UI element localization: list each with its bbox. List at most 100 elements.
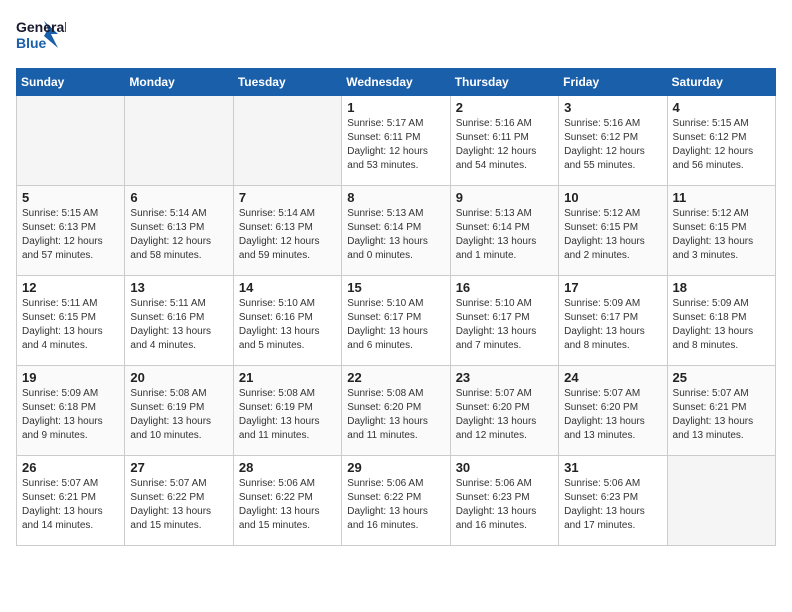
day-number: 10	[564, 190, 661, 205]
calendar-cell: 21 Sunrise: 5:08 AM Sunset: 6:19 PM Dayli…	[233, 366, 341, 456]
day-number: 28	[239, 460, 336, 475]
calendar-table: SundayMondayTuesdayWednesdayThursdayFrid…	[16, 68, 776, 546]
calendar-cell: 8 Sunrise: 5:13 AM Sunset: 6:14 PM Daylig…	[342, 186, 450, 276]
day-number: 19	[22, 370, 119, 385]
calendar-cell: 9Sunrise: 5:13 AM Sunset: 6:14 PM Daylig…	[450, 186, 558, 276]
calendar-cell: 1 Sunrise: 5:17 AM Sunset: 6:11 PM Daylig…	[342, 96, 450, 186]
day-number: 15	[347, 280, 444, 295]
day-number: 7	[239, 190, 336, 205]
cell-info: Sunrise: 5:15 AM Sunset: 6:12 PM Dayligh…	[673, 117, 770, 173]
cell-info: Sunrise: 5:11 AM Sunset: 6:15 PM Dayligh…	[22, 297, 119, 353]
day-number: 17	[564, 280, 661, 295]
cell-info: Sunrise: 5:06 AM Sunset: 6:22 PM Dayligh…	[347, 477, 444, 533]
calendar-cell: 19 Sunrise: 5:09 AM Sunset: 6:18 PM Dayli…	[17, 366, 125, 456]
day-number: 30	[456, 460, 553, 475]
calendar-cell	[233, 96, 341, 186]
cell-info: Sunrise: 5:09 AM Sunset: 6:18 PM Dayligh…	[673, 297, 770, 353]
day-number: 31	[564, 460, 661, 475]
calendar-cell: 17 Sunrise: 5:09 AM Sunset: 6:17 PM Dayli…	[559, 276, 667, 366]
cell-info: Sunrise: 5:10 AM Sunset: 6:17 PM Dayligh…	[456, 297, 553, 353]
page-header: GeneralBlue	[16, 16, 776, 56]
calendar-cell: 30 Sunrise: 5:06 AM Sunset: 6:23 PM Dayli…	[450, 456, 558, 546]
cell-info: Sunrise: 5:12 AM Sunset: 6:15 PM Dayligh…	[564, 207, 661, 263]
day-number: 16	[456, 280, 553, 295]
day-number: 12	[22, 280, 119, 295]
calendar-cell: 11 Sunrise: 5:12 AM Sunset: 6:15 PM Dayli…	[667, 186, 775, 276]
cell-info: Sunrise: 5:08 AM Sunset: 6:20 PM Dayligh…	[347, 387, 444, 443]
day-number: 22	[347, 370, 444, 385]
day-number: 14	[239, 280, 336, 295]
day-number: 8	[347, 190, 444, 205]
day-number: 3	[564, 100, 661, 115]
calendar-cell: 2Sunrise: 5:16 AM Sunset: 6:11 PM Daylig…	[450, 96, 558, 186]
calendar-cell: 10 Sunrise: 5:12 AM Sunset: 6:15 PM Dayli…	[559, 186, 667, 276]
day-number: 25	[673, 370, 770, 385]
cell-info: Sunrise: 5:08 AM Sunset: 6:19 PM Dayligh…	[130, 387, 227, 443]
calendar-cell: 31 Sunrise: 5:06 AM Sunset: 6:23 PM Dayli…	[559, 456, 667, 546]
cell-info: Sunrise: 5:14 AM Sunset: 6:13 PM Dayligh…	[239, 207, 336, 263]
cell-info: Sunrise: 5:16 AM Sunset: 6:11 PM Dayligh…	[456, 117, 553, 173]
day-number: 27	[130, 460, 227, 475]
cell-info: Sunrise: 5:09 AM Sunset: 6:18 PM Dayligh…	[22, 387, 119, 443]
weekday-header-saturday: Saturday	[667, 69, 775, 96]
cell-info: Sunrise: 5:07 AM Sunset: 6:22 PM Dayligh…	[130, 477, 227, 533]
cell-info: Sunrise: 5:08 AM Sunset: 6:19 PM Dayligh…	[239, 387, 336, 443]
calendar-cell: 12 Sunrise: 5:11 AM Sunset: 6:15 PM Dayli…	[17, 276, 125, 366]
logo: GeneralBlue	[16, 16, 66, 56]
calendar-cell: 22 Sunrise: 5:08 AM Sunset: 6:20 PM Dayli…	[342, 366, 450, 456]
calendar-cell: 20Sunrise: 5:08 AM Sunset: 6:19 PM Dayli…	[125, 366, 233, 456]
weekday-header-monday: Monday	[125, 69, 233, 96]
cell-info: Sunrise: 5:12 AM Sunset: 6:15 PM Dayligh…	[673, 207, 770, 263]
calendar-cell: 23Sunrise: 5:07 AM Sunset: 6:20 PM Dayli…	[450, 366, 558, 456]
day-number: 5	[22, 190, 119, 205]
cell-info: Sunrise: 5:16 AM Sunset: 6:12 PM Dayligh…	[564, 117, 661, 173]
weekday-header-thursday: Thursday	[450, 69, 558, 96]
day-number: 6	[130, 190, 227, 205]
day-number: 23	[456, 370, 553, 385]
cell-info: Sunrise: 5:07 AM Sunset: 6:21 PM Dayligh…	[22, 477, 119, 533]
cell-info: Sunrise: 5:13 AM Sunset: 6:14 PM Dayligh…	[456, 207, 553, 263]
cell-info: Sunrise: 5:07 AM Sunset: 6:21 PM Dayligh…	[673, 387, 770, 443]
cell-info: Sunrise: 5:06 AM Sunset: 6:22 PM Dayligh…	[239, 477, 336, 533]
day-number: 26	[22, 460, 119, 475]
calendar-cell: 28 Sunrise: 5:06 AM Sunset: 6:22 PM Dayli…	[233, 456, 341, 546]
day-number: 11	[673, 190, 770, 205]
calendar-cell: 14Sunrise: 5:10 AM Sunset: 6:16 PM Dayli…	[233, 276, 341, 366]
calendar-cell: 16 Sunrise: 5:10 AM Sunset: 6:17 PM Dayli…	[450, 276, 558, 366]
cell-info: Sunrise: 5:06 AM Sunset: 6:23 PM Dayligh…	[564, 477, 661, 533]
day-number: 13	[130, 280, 227, 295]
svg-text:Blue: Blue	[16, 35, 47, 51]
calendar-week-row-1: 1 Sunrise: 5:17 AM Sunset: 6:11 PM Daylig…	[17, 96, 776, 186]
calendar-cell: 26 Sunrise: 5:07 AM Sunset: 6:21 PM Dayli…	[17, 456, 125, 546]
calendar-cell: 27 Sunrise: 5:07 AM Sunset: 6:22 PM Dayli…	[125, 456, 233, 546]
calendar-cell	[125, 96, 233, 186]
day-number: 24	[564, 370, 661, 385]
day-number: 21	[239, 370, 336, 385]
weekday-header-sunday: Sunday	[17, 69, 125, 96]
calendar-cell: 7 Sunrise: 5:14 AM Sunset: 6:13 PM Daylig…	[233, 186, 341, 276]
calendar-cell: 4 Sunrise: 5:15 AM Sunset: 6:12 PM Daylig…	[667, 96, 775, 186]
cell-info: Sunrise: 5:07 AM Sunset: 6:20 PM Dayligh…	[564, 387, 661, 443]
weekday-header-tuesday: Tuesday	[233, 69, 341, 96]
calendar-cell: 18Sunrise: 5:09 AM Sunset: 6:18 PM Dayli…	[667, 276, 775, 366]
cell-info: Sunrise: 5:10 AM Sunset: 6:17 PM Dayligh…	[347, 297, 444, 353]
cell-info: Sunrise: 5:13 AM Sunset: 6:14 PM Dayligh…	[347, 207, 444, 263]
cell-info: Sunrise: 5:09 AM Sunset: 6:17 PM Dayligh…	[564, 297, 661, 353]
calendar-cell: 5Sunrise: 5:15 AM Sunset: 6:13 PM Daylig…	[17, 186, 125, 276]
logo-icon: GeneralBlue	[16, 16, 66, 56]
calendar-cell: 15 Sunrise: 5:10 AM Sunset: 6:17 PM Dayli…	[342, 276, 450, 366]
day-number: 29	[347, 460, 444, 475]
day-number: 1	[347, 100, 444, 115]
day-number: 4	[673, 100, 770, 115]
cell-info: Sunrise: 5:06 AM Sunset: 6:23 PM Dayligh…	[456, 477, 553, 533]
calendar-cell	[17, 96, 125, 186]
weekday-header-row: SundayMondayTuesdayWednesdayThursdayFrid…	[17, 69, 776, 96]
cell-info: Sunrise: 5:14 AM Sunset: 6:13 PM Dayligh…	[130, 207, 227, 263]
calendar-week-row-4: 19 Sunrise: 5:09 AM Sunset: 6:18 PM Dayli…	[17, 366, 776, 456]
calendar-cell: 3 Sunrise: 5:16 AM Sunset: 6:12 PM Daylig…	[559, 96, 667, 186]
calendar-cell: 25 Sunrise: 5:07 AM Sunset: 6:21 PM Dayli…	[667, 366, 775, 456]
calendar-cell: 24 Sunrise: 5:07 AM Sunset: 6:20 PM Dayli…	[559, 366, 667, 456]
weekday-header-friday: Friday	[559, 69, 667, 96]
cell-info: Sunrise: 5:17 AM Sunset: 6:11 PM Dayligh…	[347, 117, 444, 173]
calendar-week-row-5: 26 Sunrise: 5:07 AM Sunset: 6:21 PM Dayli…	[17, 456, 776, 546]
